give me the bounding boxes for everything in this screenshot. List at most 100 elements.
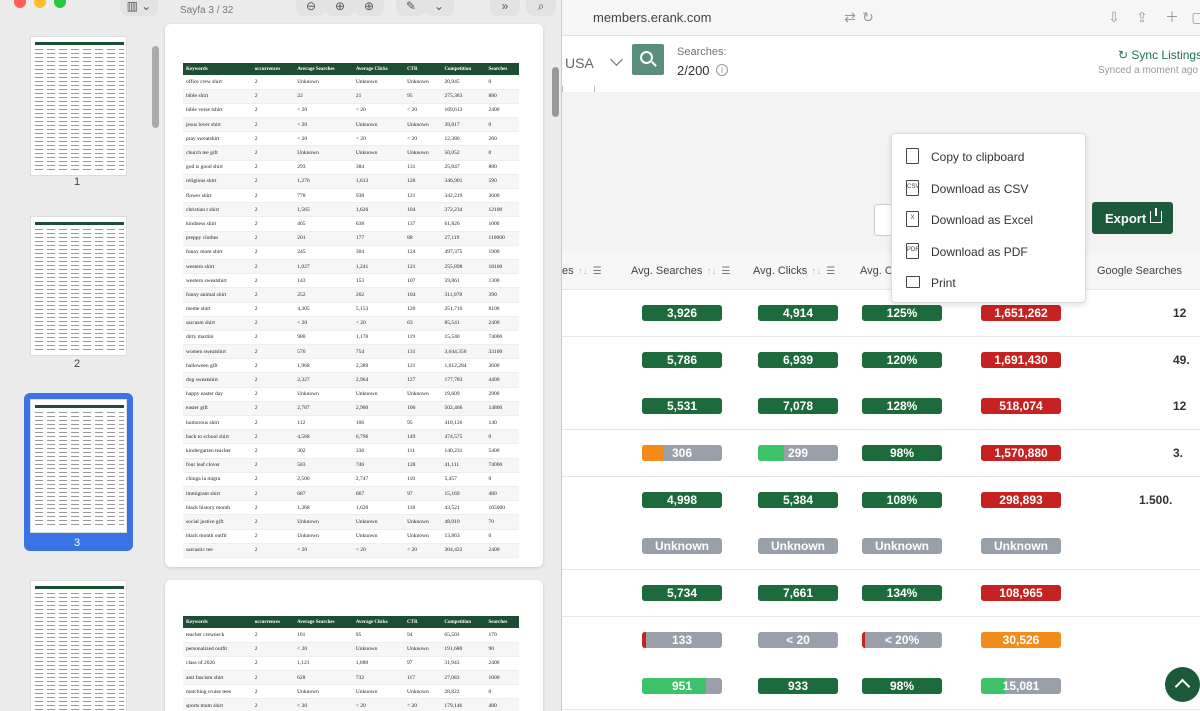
thumbnail-sidebar[interactable]: 1 2 3 — [0, 20, 162, 711]
column-header-avg-clicks[interactable]: Avg. Clicks ↑↓ ☰ — [753, 265, 835, 277]
pill-value: 951 — [671, 679, 693, 693]
zoom-in-icon[interactable]: ⊕ — [325, 0, 355, 16]
pdf-table-cell: 1,027 — [294, 259, 353, 275]
pdf-table-cell: 131 — [404, 160, 442, 175]
pdf-table-cell: 119 — [404, 330, 442, 346]
export-menu-item[interactable]: PDF Download as PDF — [892, 237, 1087, 267]
avg-searches-pill: 5,734 — [642, 585, 722, 601]
pdf-table-row: bible verse tshirt 2 < 20 < 20 < 20 169,613 24… — [183, 103, 519, 119]
info-icon[interactable]: i — [716, 64, 728, 76]
results-row[interactable]: 306 299 98% 1,570,880 3. — [562, 430, 1200, 477]
zoom-fit-icon[interactable]: ⊕ — [354, 0, 384, 16]
export-menu-item[interactable]: Copy to clipboard — [892, 142, 1087, 172]
pdf-table-cell: 19,609 — [441, 387, 486, 402]
pdf-table-cell: religious shirt — [183, 174, 252, 190]
thumbnail-row-line — [35, 229, 124, 230]
close-window-button[interactable] — [14, 0, 26, 8]
column-header-avg-ctr[interactable]: Avg. C — [860, 265, 893, 277]
sync-listings-button[interactable]: ↻ Sync Listings — [1118, 48, 1200, 62]
address-bar[interactable]: members.erank.com ⇄ ↻ ⇩ ⇪ ＋ ▢ — [562, 0, 1200, 36]
pdf-table-cell: 27,119 — [441, 231, 486, 246]
pdf-table-cell: 12100 — [485, 202, 519, 218]
thumbnail-row-line — [35, 61, 124, 62]
document-scrollbar[interactable] — [552, 67, 559, 117]
results-row[interactable]: 133 < 20 < 20% 30,526 — [562, 617, 1200, 664]
share-icon[interactable]: ⇪ — [1134, 9, 1150, 25]
minimize-window-button[interactable] — [34, 0, 46, 8]
results-row[interactable]: 5,786 6,939 120% 1,691,430 49. — [562, 337, 1200, 384]
document-area[interactable]: Keywords occurrences Average Searches Avera… — [162, 20, 561, 711]
pdf-table-cell: 118 — [404, 500, 442, 516]
pdf-table-cell: sarcastic tee — [183, 543, 252, 558]
results-row[interactable]: Unknown Unknown Unknown Unknown — [562, 523, 1200, 570]
results-row[interactable]: 5,531 7,078 128% 518,074 12 — [562, 383, 1200, 430]
pdf-table-row: meme shirt 2 4,305 5,153 120 251,710 8100 — [183, 302, 519, 317]
search-button[interactable] — [632, 44, 664, 75]
pdf-table-cell: 97 — [404, 656, 442, 672]
thumbnail-row-line — [35, 289, 124, 290]
export-button[interactable]: Export — [1092, 202, 1173, 234]
results-row[interactable]: 4,998 5,384 108% 298,893 1.500. — [562, 477, 1200, 524]
pdf-table-cell: 5,153 — [352, 302, 405, 317]
pill-value: 4,998 — [666, 493, 698, 507]
pdf-table-cell: 33100 — [485, 344, 519, 360]
thumbnail-row-line — [35, 237, 124, 238]
pill-value: Unknown — [655, 539, 709, 553]
pdf-table-cell: 128 — [404, 458, 442, 473]
page-thumbnail-2[interactable] — [30, 216, 127, 356]
page-thumbnail-4[interactable] — [30, 580, 127, 711]
markup-pen-icon[interactable]: ✎ — [396, 0, 426, 16]
keyword-table-page-3: Keywords occurrences Average Searches Avera… — [183, 63, 519, 558]
results-row[interactable]: 5,734 7,661 134% 108,965 — [562, 570, 1200, 617]
avg-searches-pill: 306 — [642, 445, 722, 461]
markup-menu-chevron-icon[interactable]: ⌄ — [424, 0, 454, 16]
competition-pill: 1,570,880 — [981, 445, 1061, 461]
export-menu-item[interactable]: CSV Download as CSV — [892, 174, 1087, 204]
pdf-table-cell: 2 — [251, 330, 295, 346]
new-tab-icon[interactable]: ＋ — [1164, 9, 1180, 25]
pdf-table-cell: < 20 — [404, 131, 442, 147]
tab-overview-icon[interactable]: ▢ — [1190, 9, 1200, 25]
more-tools-icon[interactable]: » — [490, 0, 520, 16]
pill-value: 5,531 — [666, 399, 698, 413]
translate-icon[interactable]: ⇄ — [842, 9, 858, 25]
country-select[interactable]: USA — [565, 55, 594, 71]
pdf-table-row: dirty martini 2 980 1,170 119 15,540 74000 — [183, 330, 519, 346]
reload-icon[interactable]: ↻ — [860, 9, 876, 25]
thumbnail-row-line — [35, 281, 124, 282]
results-row[interactable]: 3,926 4,914 125% 1,651,262 12 — [562, 290, 1200, 337]
sidebar-toggle-icon[interactable]: ▥ ⌄ — [120, 0, 158, 16]
thumbnail-row-line — [35, 464, 124, 465]
page-thumbnail-3[interactable] — [30, 399, 127, 533]
downloads-icon[interactable]: ⇩ — [1106, 9, 1122, 25]
thumbnail-row-line — [35, 468, 124, 469]
pdf-table-cell: 110000 — [485, 231, 519, 246]
url-text[interactable]: members.erank.com — [593, 10, 711, 25]
thumbnail-row-line — [35, 109, 124, 110]
export-menu-item[interactable]: Print — [892, 268, 1087, 298]
column-header-avg-searches[interactable]: Avg. Searches ↑↓ ☰ — [631, 265, 730, 277]
pdf-table-header: occurrences — [251, 63, 295, 75]
column-header-google-searches[interactable]: Google Searches — [1097, 265, 1182, 277]
pdf-table-cell: Unknown — [404, 387, 442, 402]
zoom-window-button[interactable] — [54, 0, 66, 8]
chevron-down-icon[interactable] — [610, 53, 623, 66]
pdf-table-cell: 880 — [485, 160, 519, 175]
sidebar-scrollbar[interactable] — [152, 46, 159, 128]
pdf-table-cell: 15,169 — [441, 486, 486, 502]
thumbnail-row-line — [35, 456, 124, 457]
column-header-prev[interactable]: es ↑↓ ☰ — [562, 265, 602, 277]
pdf-table-cell: 165000 — [485, 500, 519, 516]
scroll-to-top-button[interactable] — [1165, 667, 1200, 702]
searches-label: Searches: — [677, 46, 727, 58]
pill-value: 1,570,880 — [994, 446, 1048, 460]
results-row[interactable]: 951 933 98% 15,081 — [562, 663, 1200, 710]
pdf-table-row: kindergarten teacher 2 302 336 111 140,231 540… — [183, 443, 519, 459]
pdf-table-cell: back to school shirt — [183, 429, 252, 445]
zoom-out-icon[interactable]: ⊖ — [296, 0, 326, 16]
search-icon[interactable]: ⌕ — [526, 0, 556, 16]
pdf-table-cell: 1,121 — [294, 656, 353, 672]
thumbnail-row-line — [35, 333, 124, 334]
page-thumbnail-1[interactable] — [30, 36, 127, 176]
export-menu-item[interactable]: X Download as Excel — [892, 205, 1087, 235]
